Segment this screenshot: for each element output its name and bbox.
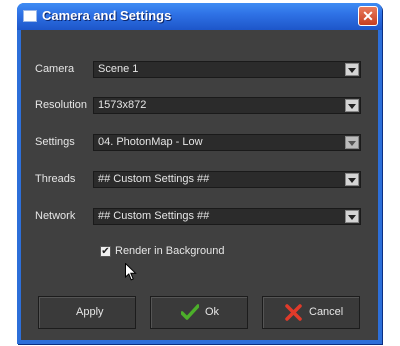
camera-value: Scene 1 bbox=[98, 63, 139, 75]
close-icon: ✕ bbox=[362, 8, 374, 24]
close-button[interactable]: ✕ bbox=[358, 6, 378, 26]
cancel-label: Cancel bbox=[309, 306, 344, 318]
render-background-label: Render in Background bbox=[115, 245, 225, 257]
camera-dropdown[interactable]: Scene 1 bbox=[93, 61, 361, 78]
chevron-down-icon[interactable] bbox=[345, 210, 359, 223]
ok-label: Ok bbox=[205, 306, 220, 318]
camera-label: Camera bbox=[35, 63, 75, 75]
render-background-checkbox[interactable]: ✔ bbox=[100, 246, 111, 257]
chevron-down-icon[interactable] bbox=[345, 63, 359, 76]
cancel-button[interactable]: Cancel bbox=[262, 296, 360, 329]
dialog-window: Camera and Settings ✕ Camera Scene 1 Res… bbox=[17, 3, 382, 344]
resolution-dropdown[interactable]: 1573x872 bbox=[93, 97, 361, 114]
settings-dropdown[interactable]: 04. PhotonMap - Low bbox=[93, 134, 361, 151]
title-bar[interactable]: Camera and Settings ✕ bbox=[17, 3, 382, 30]
window-icon bbox=[23, 10, 37, 22]
window-title: Camera and Settings bbox=[42, 8, 172, 23]
chevron-down-icon[interactable] bbox=[345, 136, 359, 149]
check-icon bbox=[181, 304, 199, 320]
chevron-down-icon[interactable] bbox=[345, 173, 359, 186]
dialog-body: Camera Scene 1 Resolution 1573x872 Setti… bbox=[21, 30, 378, 340]
x-icon bbox=[285, 304, 302, 321]
resolution-value: 1573x872 bbox=[98, 99, 147, 111]
threads-dropdown[interactable]: ## Custom Settings ## bbox=[93, 171, 361, 188]
threads-value: ## Custom Settings ## bbox=[98, 173, 210, 185]
network-label: Network bbox=[35, 210, 76, 222]
apply-label: Apply bbox=[76, 306, 104, 318]
mouse-cursor-icon bbox=[125, 263, 137, 281]
resolution-label: Resolution bbox=[35, 99, 87, 111]
network-dropdown[interactable]: ## Custom Settings ## bbox=[93, 208, 361, 225]
apply-button[interactable]: Apply bbox=[38, 296, 136, 329]
threads-label: Threads bbox=[35, 173, 76, 185]
chevron-down-icon[interactable] bbox=[345, 99, 359, 112]
settings-label: Settings bbox=[35, 136, 75, 148]
network-value: ## Custom Settings ## bbox=[98, 210, 210, 222]
settings-value: 04. PhotonMap - Low bbox=[98, 136, 203, 148]
ok-button[interactable]: Ok bbox=[150, 296, 248, 329]
